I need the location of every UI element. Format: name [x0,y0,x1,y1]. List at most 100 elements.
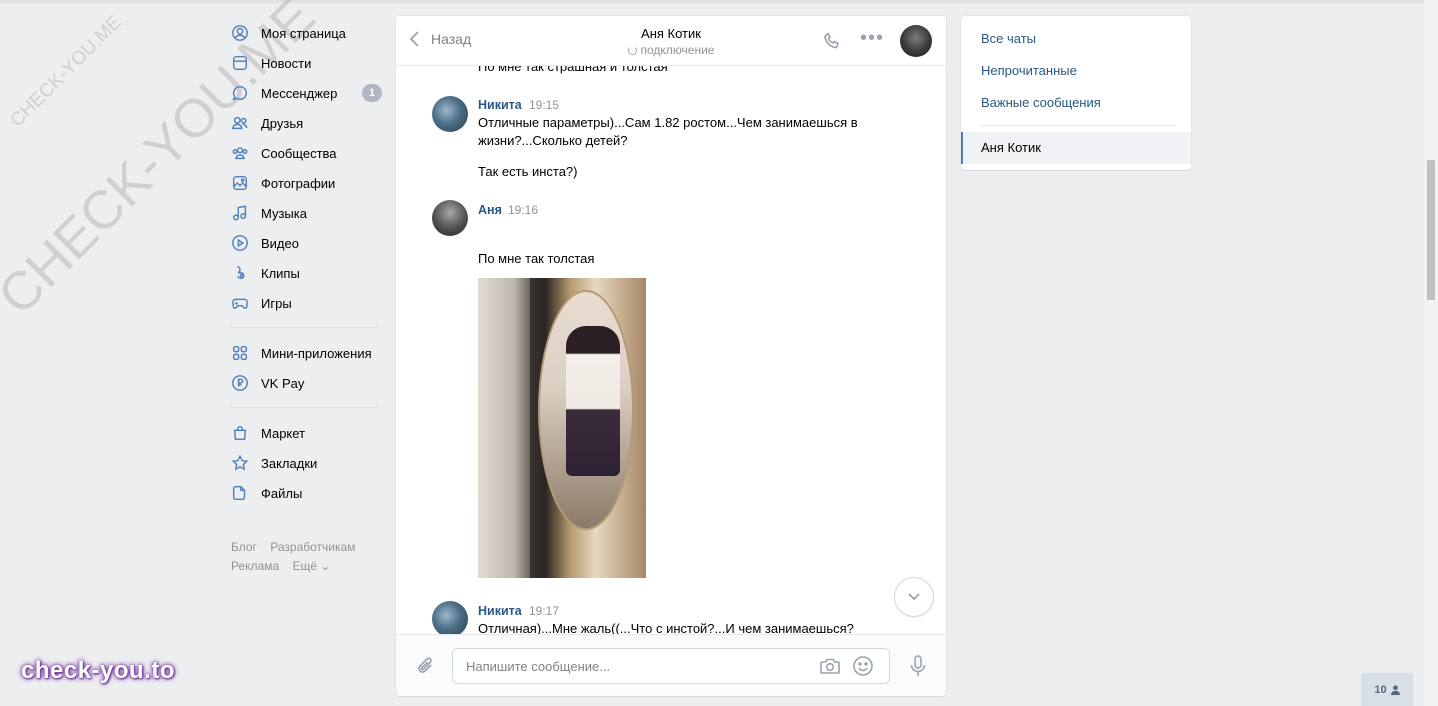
nav-label: Сообщества [261,145,337,161]
paperclip-icon [418,657,432,673]
market-icon [230,423,250,443]
nav-label: Фотографии [261,175,336,191]
nav-item-messenger[interactable]: Мессенджер 1 [230,78,382,108]
nav-label: VK Pay [261,375,305,391]
nav-label: Клипы [261,265,300,281]
camera-icon [820,658,840,674]
message-text: По мне так толстая [478,251,595,266]
filter-divider [981,125,1176,126]
page-scrollbar-thumb[interactable] [1427,160,1435,300]
person-icon [1390,684,1400,695]
active-chat-item[interactable]: Аня Котик [961,132,1191,164]
footer-link-ads[interactable]: Реклама [231,559,279,573]
nav-label: Друзья [261,115,304,131]
nav-item-files[interactable]: Файлы [230,478,380,508]
scroll-down-button[interactable] [894,577,934,617]
photo-icon [230,173,250,193]
chat-panel: Назад Аня Котик подключение ••• По мне т… [396,16,946,696]
voice-message-button[interactable] [907,654,929,678]
nav-item-my-page[interactable]: Моя страница [230,18,380,48]
watermark-bottom: check-you.to [21,657,176,684]
message-photo[interactable] [478,278,646,578]
nav-label: Закладки [261,455,318,471]
nav-label: Мессенджер [261,85,338,101]
nav-item-video[interactable]: Видео [230,228,380,258]
filter-unread[interactable]: Непрочитанные [981,63,1077,78]
online-count: 10 [1374,683,1387,696]
call-button[interactable] [822,31,842,51]
nav-item-friends[interactable]: Друзья [230,108,380,138]
friends-icon [230,113,250,133]
nav-item-games[interactable]: Игры [230,288,380,318]
message-text: Отличные параметры)...Сам 1.82 ростом...… [478,115,858,148]
nav-label: Маркет [261,425,306,441]
nav-divider [230,327,378,328]
footer-link-developers[interactable]: Разработчикам [270,540,355,554]
message-list[interactable]: По мне так страшная и толстая Никита 19:… [396,66,946,634]
nav-label: Файлы [261,485,303,501]
message-composer [396,634,946,696]
news-icon [230,53,250,73]
chat-filter-panel: Все чаты Непрочитанные Важные сообщения … [961,16,1191,170]
message-icon [230,83,250,103]
phone-icon [824,32,839,49]
video-icon [230,233,250,253]
nav-label: Мини-приложения [261,345,372,361]
nav-item-vk-pay[interactable]: VK Pay [230,368,380,398]
chevron-down-icon [908,593,920,601]
top-border [0,0,1424,3]
nav-item-mini-apps[interactable]: Мини-приложения [230,338,380,368]
message-time[interactable]: 19:17 [529,604,559,618]
watermark-small: CHECK-YOU.ME [6,11,126,132]
communities-icon [230,143,250,163]
page-scrollbar[interactable] [1424,0,1438,706]
nav-item-market[interactable]: Маркет [230,418,380,448]
message-text: По мне так страшная и толстая [478,66,668,74]
avatar[interactable] [432,200,468,236]
filter-important[interactable]: Важные сообщения [981,95,1101,110]
loading-spinner-icon [627,46,637,55]
star-icon [230,453,250,473]
games-icon [230,293,250,313]
more-icon[interactable]: ••• [860,28,883,51]
avatar[interactable] [432,601,468,634]
nav-divider [230,407,378,408]
filter-all-chats[interactable]: Все чаты [981,31,1036,46]
message-author[interactable]: Никита [478,98,522,112]
file-icon [230,483,250,503]
nav-item-communities[interactable]: Сообщества [230,138,380,168]
nav-item-bookmarks[interactable]: Закладки [230,448,380,478]
chat-header: Назад Аня Котик подключение ••• [396,16,946,66]
user-circle-icon [230,23,250,43]
attach-button[interactable] [416,655,436,677]
footer-link-blog[interactable]: Блог [231,540,257,554]
chat-avatar[interactable] [900,25,932,57]
message-time[interactable]: 19:16 [508,203,538,217]
avatar[interactable] [432,96,468,132]
nav-item-clips[interactable]: Клипы [230,258,380,288]
message-text: Отличная)...Мне жаль((...Что с инстой?..… [478,621,854,634]
music-icon [230,203,250,223]
message-time[interactable]: 19:15 [529,98,559,112]
nav-item-music[interactable]: Музыка [230,198,380,228]
messenger-badge: 1 [362,84,382,102]
nav-item-news[interactable]: Новости [230,48,380,78]
left-nav: Моя страница Новости Мессенджер 1 Друзья… [230,18,382,508]
camera-button[interactable] [819,656,841,676]
footer-link-more[interactable]: Ещё ⌄ [292,559,330,573]
nav-item-photos[interactable]: Фотографии [230,168,380,198]
chat-status-text: подключение [640,43,715,57]
clips-icon [230,263,250,283]
vkpay-icon [230,373,250,393]
active-chat-label: Аня Котик [981,140,1041,155]
microphone-icon [910,655,926,676]
nav-label: Музыка [261,205,307,221]
emoji-button[interactable] [852,655,874,677]
nav-label: Моя страница [261,25,346,41]
message-author[interactable]: Аня [478,203,502,217]
message-author[interactable]: Никита [478,604,522,618]
message-text: Так есть инста?) [478,164,578,179]
nav-footer: Блог Разработчикам Реклама Ещё ⌄ [231,538,391,576]
nav-label: Новости [261,55,312,71]
online-friends-button[interactable]: 10 [1361,673,1413,706]
